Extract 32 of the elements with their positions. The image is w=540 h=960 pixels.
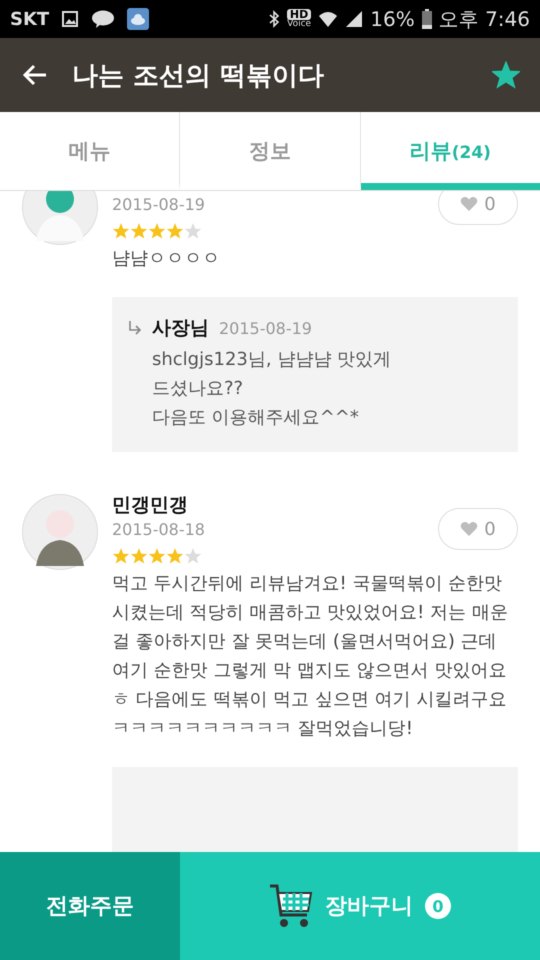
reply-text: shclgjs123님, 냠냠냠 맛있게 드셨나요?? 다음또 이용해주세요^^*: [152, 348, 392, 430]
heart-icon: [460, 196, 478, 212]
image-icon: [61, 10, 80, 28]
hd-label: HD: [286, 9, 312, 20]
review-text: 냠냠ㅇㅇㅇㅇ: [112, 247, 221, 271]
battery-icon: [422, 9, 432, 29]
reply-author: 사장님: [152, 316, 209, 341]
cloud-icon: [127, 8, 150, 30]
favorite-star-icon[interactable]: [492, 61, 520, 89]
clock: 오후 7:46: [438, 6, 530, 32]
wifi-icon: [318, 10, 338, 28]
heart-icon: [460, 521, 478, 537]
bluetooth-icon: [268, 10, 280, 28]
cart-count-badge: 0: [425, 893, 451, 919]
carrier-name: SKT: [10, 8, 50, 30]
review-date: 2015-08-18: [112, 520, 205, 539]
like-button[interactable]: 0: [438, 508, 518, 550]
voice-label: Voice: [287, 20, 312, 29]
reviewer-name: 민갱민갱: [112, 494, 188, 516]
like-button[interactable]: 0: [438, 191, 518, 225]
chat-bubble-icon: [91, 10, 116, 28]
phone-order-button[interactable]: 전화주문: [0, 852, 180, 960]
battery-percent: 16%: [370, 7, 415, 31]
reply-date: 2015-08-19: [219, 318, 312, 338]
cart-button[interactable]: 장바구니 0: [180, 852, 540, 960]
back-arrow-icon[interactable]: [22, 63, 48, 87]
store-title: 나는 조선의 떡볶이다: [72, 60, 326, 92]
review-date: 2015-08-19: [112, 195, 205, 214]
reply-arrow-icon: [128, 320, 142, 336]
shopping-cart-icon: [269, 883, 313, 929]
review-text: 먹고 두시간뒤에 리뷰남겨요! 국물떡볶이 순한맛 시켰는데 적당히 매콤하고 맛있었어요! 저는 매운 걸 좋아하지만 잘 못먹는데 (울면서먹어요) 근데 여기 순한맛 그렇게 막 맵지도 않으면서 맛있어요ㅎ 다음에도 떡볶이 먹고 싶으면 여기 시킬려구요 ㅋㅋㅋㅋㅋㅋㅋㅋㅋㅋ 잘먹었습니당!: [112, 572, 509, 741]
signal-icon: [345, 10, 364, 28]
